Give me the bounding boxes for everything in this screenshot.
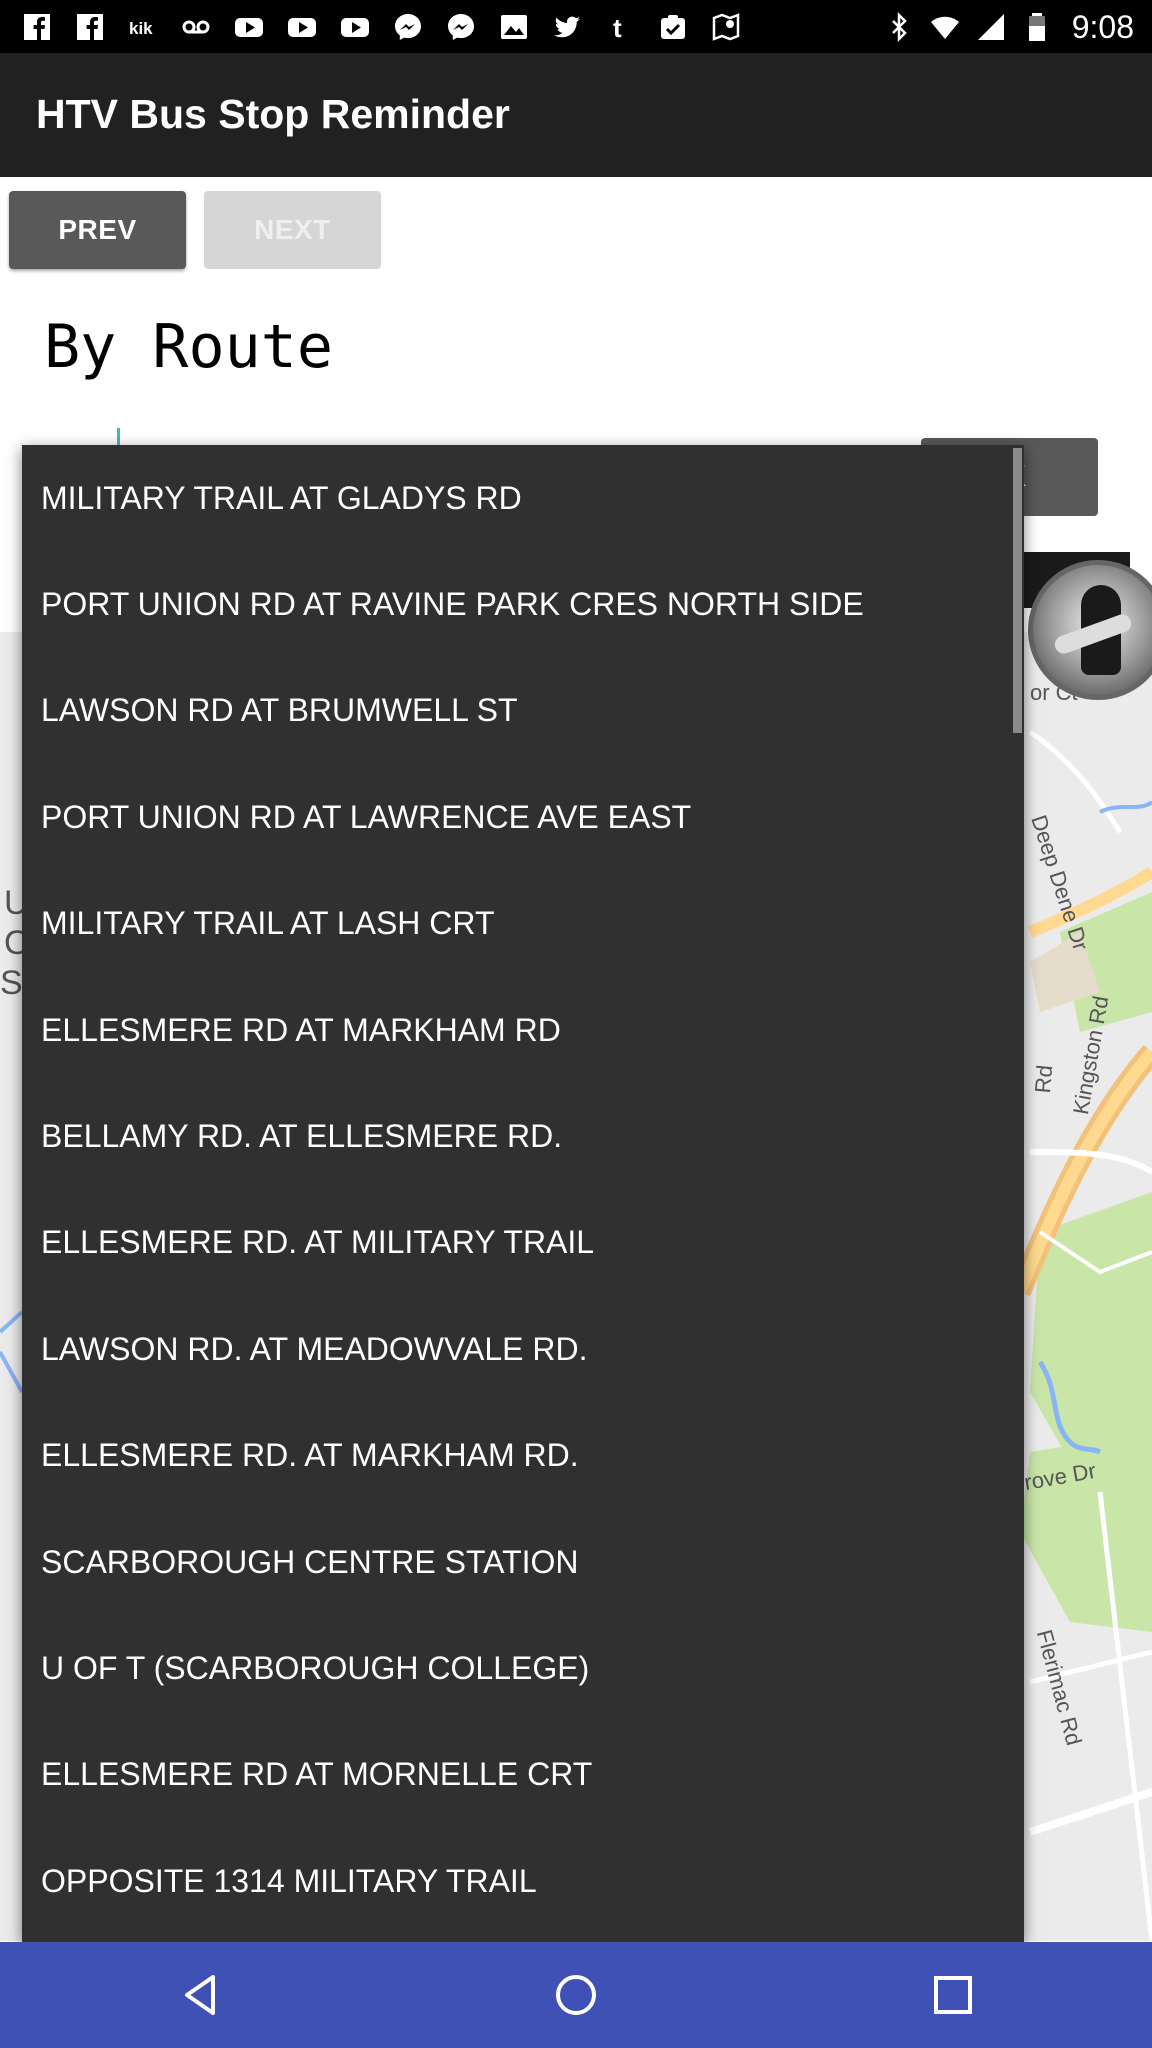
notification-icons: kik t xyxy=(20,9,762,45)
page-heading: By Route xyxy=(44,312,333,382)
list-item[interactable]: ELLESMERE RD. AT MARKHAM RD. xyxy=(22,1403,1024,1509)
app-title: HTV Bus Stop Reminder xyxy=(36,91,510,137)
clock: 9:08 xyxy=(1071,8,1134,45)
messenger-icon xyxy=(391,10,425,44)
status-bar: kik t 9:08 xyxy=(0,0,1152,53)
kik-icon: kik xyxy=(126,10,160,44)
youtube-icon xyxy=(285,10,319,44)
map-icon xyxy=(709,10,743,44)
prev-button[interactable]: PREV xyxy=(9,191,186,269)
facebook-icon xyxy=(73,10,107,44)
signal-icon xyxy=(974,10,1008,44)
system-icons: 9:08 xyxy=(882,8,1134,46)
stop-dropdown-list[interactable]: MILITARY TRAIL AT GLADYS RD PORT UNION R… xyxy=(22,445,1024,1942)
recents-button[interactable] xyxy=(920,1962,986,2028)
voicemail-icon xyxy=(179,10,213,44)
list-item[interactable]: PORT UNION RD AT LAWRENCE AVE EAST xyxy=(22,764,1024,870)
map-road-label: Rd xyxy=(1030,1063,1058,1095)
next-button[interactable]: NEXT xyxy=(204,191,381,269)
svg-text:kik: kik xyxy=(129,19,153,38)
list-item[interactable]: ELLESMERE RD. AT MILITARY TRAIL xyxy=(22,1190,1024,1296)
facebook-icon xyxy=(20,10,54,44)
svg-text:t: t xyxy=(613,13,622,42)
list-item[interactable]: BELLAMY RD. AT ELLESMERE RD. xyxy=(22,1083,1024,1189)
home-button[interactable] xyxy=(543,1962,609,2028)
list-item[interactable]: OPPOSITE 1314 MILITARY TRAIL xyxy=(22,1828,1024,1934)
list-item[interactable]: PORT UNION RD AT RAVINE PARK CRES NORTH … xyxy=(22,551,1024,657)
gallery-icon xyxy=(497,10,531,44)
tumblr-icon: t xyxy=(603,10,637,44)
navigation-bar xyxy=(0,1942,1152,2048)
youtube-icon xyxy=(232,10,266,44)
list-item[interactable]: LAWSON RD AT BRUMWELL ST xyxy=(22,658,1024,764)
list-item[interactable]: ELLESMERE RD AT MARKHAM RD xyxy=(22,977,1024,1083)
app-bar: HTV Bus Stop Reminder xyxy=(0,53,1152,177)
bluetooth-icon xyxy=(882,10,916,44)
clipboard-check-icon xyxy=(656,10,690,44)
home-icon xyxy=(556,1975,596,2015)
messenger-icon xyxy=(444,10,478,44)
list-item[interactable]: MILITARY TRAIL AT LASH CRT xyxy=(22,871,1024,977)
twitter-icon xyxy=(550,10,584,44)
wifi-icon xyxy=(928,10,962,44)
back-button[interactable] xyxy=(168,1962,234,2028)
dropdown-scrollbar[interactable] xyxy=(1013,448,1022,733)
list-item[interactable]: U OF T (SCARBOROUGH COLLEGE) xyxy=(22,1615,1024,1721)
back-icon xyxy=(185,1975,215,2015)
list-item[interactable]: ELLESMERE RD AT MORNELLE CRT xyxy=(22,1722,1024,1828)
list-item[interactable]: SCARBOROUGH CENTRE STATION xyxy=(22,1509,1024,1615)
list-item[interactable]: LAWSON RD. AT MEADOWVALE RD. xyxy=(22,1296,1024,1402)
recents-icon xyxy=(934,1976,972,2014)
youtube-icon xyxy=(338,10,372,44)
list-item[interactable]: MILITARY TRAIL AT GLADYS RD xyxy=(22,445,1024,551)
battery-icon xyxy=(1020,10,1054,44)
